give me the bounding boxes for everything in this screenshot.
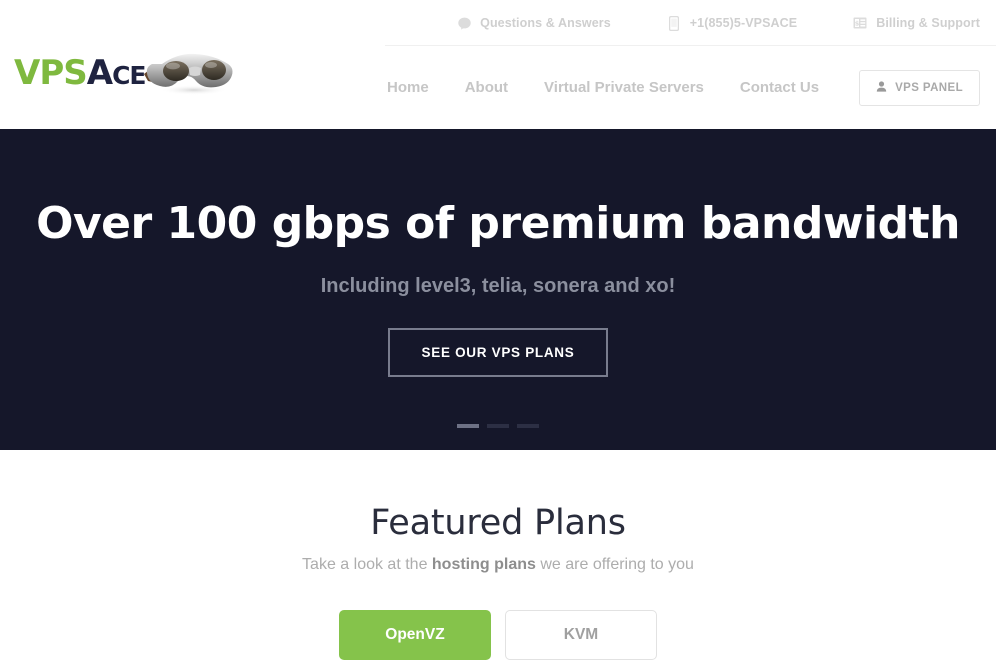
speech-bubble-icon (457, 16, 471, 31)
main-navigation: Home About Virtual Private Servers Conta… (369, 69, 980, 106)
logo-text-ce: CE (112, 60, 146, 90)
top-utility-bar: Questions & Answers +1(855)5-VPSACE $ Bi… (0, 0, 996, 46)
tab-openvz[interactable]: OpenVZ (339, 610, 491, 660)
nav-item-contact-us[interactable]: Contact Us (722, 79, 837, 96)
featured-plans-heading: Featured Plans (370, 503, 626, 543)
topbar-item-billing[interactable]: $ Billing & Support (853, 16, 980, 31)
subtitle-text-bold: hosting plans (431, 556, 536, 573)
money-bill-icon: $ (853, 16, 867, 31)
subtitle-text-post: we are offering to you (535, 556, 694, 573)
topbar-item-phone[interactable]: +1(855)5-VPSACE (667, 15, 798, 31)
carousel-dot-2[interactable] (487, 424, 509, 428)
plan-type-tabs: OpenVZ KVM (0, 610, 996, 660)
vps-panel-button[interactable]: VPS PANEL (859, 69, 980, 106)
nav-item-virtual-private-servers[interactable]: Virtual Private Servers (526, 79, 722, 96)
vps-panel-label: VPS PANEL (895, 81, 963, 94)
user-icon (876, 80, 887, 95)
hero-subtitle: Including level3, telia, sonera and xo! (320, 275, 676, 297)
tab-kvm[interactable]: KVM (505, 610, 657, 660)
nav-item-about[interactable]: About (447, 79, 526, 96)
featured-plans-subtitle: Take a look at the hosting plans we are … (0, 556, 996, 574)
featured-plans-section: Featured Plans Take a look at the hostin… (0, 450, 996, 660)
site-logo[interactable]: VPSACE (14, 48, 234, 97)
topbar-item-questions[interactable]: Questions & Answers (457, 16, 611, 31)
nav-item-home[interactable]: Home (369, 79, 447, 96)
topbar-label-questions: Questions & Answers (480, 16, 611, 30)
topbar-label-phone: +1(855)5-VPSACE (689, 16, 798, 30)
carousel-indicators (0, 424, 996, 428)
topbar-label-billing: Billing & Support (876, 16, 980, 30)
carousel-dot-1[interactable] (457, 424, 479, 428)
logo-text-a: A (86, 52, 113, 93)
logo-wordmark: VPSACE (14, 52, 147, 93)
svg-text:$: $ (855, 20, 860, 28)
hero-carousel: Over 100 gbps of premium bandwidth Inclu… (0, 129, 996, 450)
subtitle-text-pre: Take a look at the (302, 556, 432, 573)
logo-text-vps: VPS (14, 52, 88, 93)
see-our-vps-plans-button[interactable]: SEE OUR VPS PLANS (387, 328, 609, 377)
mobile-phone-icon (667, 15, 681, 31)
carousel-dot-3[interactable] (517, 424, 539, 428)
hero-title: Over 100 gbps of premium bandwidth (36, 198, 960, 249)
site-header: VPSACE Home About Virtual Private Server… (0, 46, 996, 129)
goggles-icon (142, 48, 234, 103)
